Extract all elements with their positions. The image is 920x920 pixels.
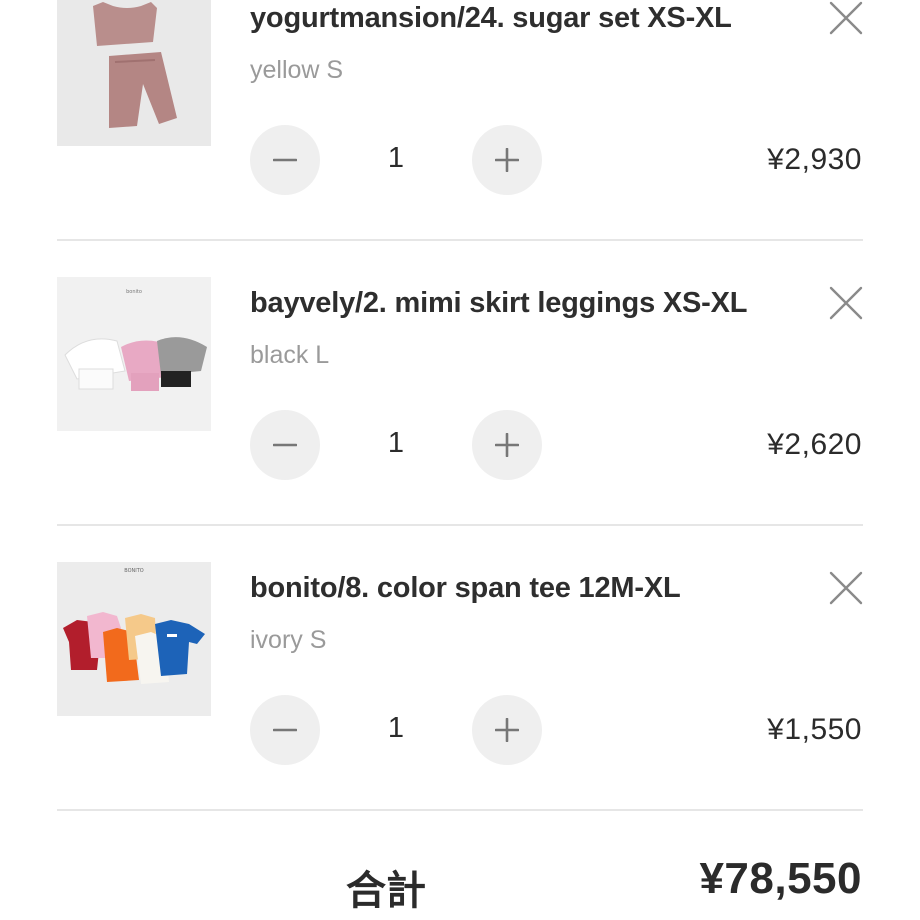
remove-item-button[interactable] — [828, 0, 864, 36]
cart-page: yogurtmansion/24. sugar set XS-XL yellow… — [0, 0, 920, 920]
thumb-brand-text: bonito — [126, 289, 142, 295]
decrease-quantity-button[interactable] — [250, 125, 320, 195]
item-title[interactable]: bayvely/2. mimi skirt leggings XS-XL — [250, 287, 747, 320]
increase-quantity-button[interactable] — [472, 695, 542, 765]
item-title[interactable]: yogurtmansion/24. sugar set XS-XL — [250, 2, 732, 35]
product-photo-pink-set — [57, 0, 211, 146]
quantity-value: 1 — [387, 427, 405, 459]
divider — [57, 239, 863, 241]
increase-quantity-button[interactable] — [472, 410, 542, 480]
remove-item-button[interactable] — [828, 285, 864, 321]
remove-item-button[interactable] — [828, 570, 864, 606]
minus-icon — [273, 158, 297, 162]
item-title[interactable]: bonito/8. color span tee 12M-XL — [250, 572, 681, 605]
item-variant: black L — [250, 341, 330, 369]
total-value: ¥78,550 — [699, 854, 862, 903]
quantity-value: 1 — [387, 142, 405, 174]
product-photo-color-tees: BONITO — [57, 562, 211, 716]
total-label: 合計 — [346, 868, 426, 914]
close-icon — [829, 1, 863, 35]
close-icon — [829, 286, 863, 320]
decrease-quantity-button[interactable] — [250, 695, 320, 765]
close-icon — [829, 571, 863, 605]
minus-icon — [273, 443, 297, 447]
cart-item: BONITO bonito/8. color span tee 12M-XL i… — [0, 562, 920, 810]
divider — [57, 524, 863, 526]
increase-quantity-button[interactable] — [472, 125, 542, 195]
quantity-value: 1 — [387, 712, 405, 744]
cart-item: yogurtmansion/24. sugar set XS-XL yellow… — [0, 0, 920, 240]
cart-item: bonito bayvely/2. mimi skirt leggings XS… — [0, 277, 920, 525]
decrease-quantity-button[interactable] — [250, 410, 320, 480]
thumb-brand-text: BONITO — [124, 568, 144, 574]
item-price: ¥2,620 — [767, 428, 862, 461]
plus-icon — [495, 718, 519, 742]
item-price: ¥2,930 — [767, 143, 862, 176]
item-variant: yellow S — [250, 56, 344, 84]
minus-icon — [273, 728, 297, 732]
plus-icon — [495, 148, 519, 172]
product-photo-skirt-leggings: bonito — [57, 277, 211, 431]
divider — [57, 809, 863, 811]
product-image[interactable] — [57, 0, 211, 146]
plus-icon — [495, 433, 519, 457]
item-variant: ivory S — [250, 626, 327, 654]
item-price: ¥1,550 — [767, 713, 862, 746]
product-image[interactable]: bonito — [57, 277, 211, 431]
product-image[interactable]: BONITO — [57, 562, 211, 716]
